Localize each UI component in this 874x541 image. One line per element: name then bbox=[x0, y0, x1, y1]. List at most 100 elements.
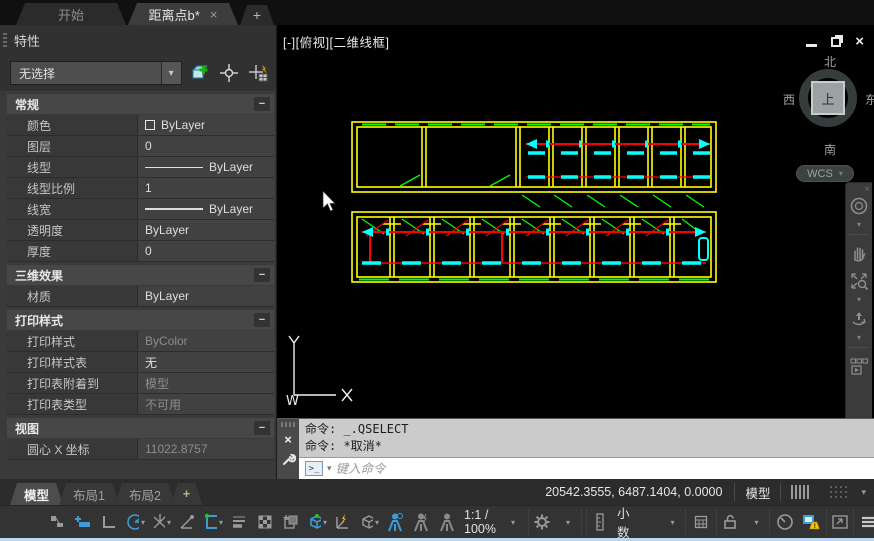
viewcube-top-face[interactable]: 上 bbox=[811, 81, 845, 115]
close-tab-icon[interactable]: × bbox=[210, 7, 218, 22]
property-value[interactable]: 0 bbox=[138, 241, 274, 261]
tab-model[interactable]: 模型 bbox=[10, 483, 63, 505]
command-dock-titlebar[interactable]: × bbox=[277, 419, 299, 479]
object-snap-icon[interactable]: ▾ bbox=[200, 509, 226, 535]
snap-grid-icon[interactable] bbox=[819, 479, 859, 505]
chevron-down-icon[interactable]: ▾ bbox=[859, 487, 874, 498]
grid-snap-icon[interactable] bbox=[70, 509, 96, 535]
collapse-section-icon[interactable]: − bbox=[254, 313, 270, 327]
units-ruler-icon[interactable] bbox=[587, 509, 613, 535]
snap-mode-icon[interactable] bbox=[44, 509, 70, 535]
workspace-gear-icon[interactable] bbox=[529, 509, 555, 535]
file-tab-start[interactable]: 开始 bbox=[16, 3, 126, 25]
drag-grip-icon[interactable] bbox=[281, 422, 295, 427]
close-icon[interactable]: × bbox=[864, 184, 870, 195]
selection-dropdown[interactable]: 无选择 ▾ bbox=[10, 61, 182, 85]
chevron-down-icon[interactable]: ▾ bbox=[161, 62, 181, 84]
property-value[interactable]: 0 bbox=[138, 136, 274, 156]
zoom-icon[interactable] bbox=[847, 268, 871, 294]
annotation-visibility-icon[interactable] bbox=[382, 509, 408, 535]
chevron-down-icon[interactable]: ▾ bbox=[375, 518, 379, 527]
viewcube-east[interactable]: 东 bbox=[865, 91, 874, 108]
palette-grip[interactable] bbox=[3, 33, 7, 47]
clean-screen-icon[interactable] bbox=[827, 509, 853, 535]
orbit-icon[interactable] bbox=[847, 306, 871, 332]
hardware-acceleration-icon[interactable]: ! bbox=[798, 509, 824, 535]
polar-tracking-icon[interactable]: ▾ bbox=[122, 509, 148, 535]
chevron-down-icon[interactable]: ▾ bbox=[167, 518, 171, 527]
section-header-plotstyle[interactable]: 打印样式 − bbox=[7, 310, 274, 330]
section-header-view[interactable]: 视图 − bbox=[7, 418, 274, 438]
property-value[interactable]: 1 bbox=[138, 178, 274, 198]
ui-lock-icon[interactable] bbox=[717, 509, 743, 535]
annotation-scale-icon[interactable] bbox=[434, 509, 460, 535]
viewcube-west[interactable]: 西 bbox=[783, 91, 795, 108]
property-value[interactable]: ByLayer bbox=[138, 286, 274, 306]
steering-wheel-icon[interactable] bbox=[847, 193, 871, 219]
chevron-down-icon[interactable]: ▾ bbox=[857, 334, 861, 342]
property-value[interactable]: 无 bbox=[138, 352, 274, 372]
quick-select-new-icon[interactable] bbox=[190, 62, 211, 84]
collapse-section-icon[interactable]: − bbox=[254, 268, 270, 282]
chevron-down-icon[interactable]: ▾ bbox=[659, 509, 685, 535]
command-prompt-icon[interactable]: >_ bbox=[305, 461, 323, 476]
minimize-icon[interactable] bbox=[806, 44, 817, 47]
property-value[interactable]: ByLayer bbox=[138, 199, 274, 219]
chevron-down-icon[interactable]: ▾ bbox=[327, 463, 332, 474]
chevron-down-icon[interactable]: ▾ bbox=[857, 221, 861, 229]
command-input[interactable] bbox=[336, 462, 874, 476]
viewcube-south[interactable]: 南 bbox=[824, 141, 836, 158]
drawing-canvas[interactable]: [-][俯视][二维线框] × 上 北 南 西 东 WCS ▾ × ▾ ▾ ▾ bbox=[277, 25, 874, 479]
chevron-down-icon[interactable]: ▾ bbox=[555, 509, 581, 535]
add-layout-button[interactable]: + bbox=[171, 483, 202, 505]
units-value[interactable]: 小数 bbox=[613, 503, 634, 541]
chevron-down-icon[interactable]: ▾ bbox=[141, 518, 145, 527]
file-tab-drawing[interactable]: 距离点b* × bbox=[128, 3, 238, 25]
model-space-toggle[interactable]: 模型 bbox=[735, 483, 780, 502]
quick-select-icon[interactable] bbox=[248, 62, 270, 84]
tab-layout2[interactable]: 布局2 bbox=[115, 483, 175, 505]
show-motion-icon[interactable] bbox=[847, 353, 871, 379]
selection-cycling-icon[interactable] bbox=[278, 509, 304, 535]
quick-calc-icon[interactable] bbox=[688, 509, 714, 535]
object-snap-tracking-icon[interactable] bbox=[174, 509, 200, 535]
pick-point-icon[interactable] bbox=[219, 62, 240, 84]
lineweight-icon[interactable] bbox=[226, 509, 252, 535]
ortho-mode-icon[interactable] bbox=[96, 509, 122, 535]
chevron-down-icon[interactable]: ▾ bbox=[219, 518, 223, 527]
section-header-general[interactable]: 常规 − bbox=[7, 94, 274, 114]
viewport-controls-label[interactable]: [-][俯视][二维线框] bbox=[283, 32, 390, 51]
section-header-3d[interactable]: 三维效果 − bbox=[7, 265, 274, 285]
coordinates-display[interactable]: 20542.3555, 6487.1404, 0.0000 bbox=[533, 485, 734, 499]
viewcube[interactable]: 上 北 南 西 东 bbox=[789, 55, 871, 165]
pan-hand-icon[interactable] bbox=[847, 240, 871, 266]
new-tab-button[interactable]: + bbox=[240, 5, 274, 25]
chevron-down-icon[interactable]: ▾ bbox=[743, 509, 769, 535]
close-icon[interactable]: × bbox=[284, 433, 292, 446]
property-value[interactable]: ByLayer bbox=[138, 115, 274, 135]
chevron-down-icon[interactable]: ▾ bbox=[857, 296, 861, 304]
palette-title-bar[interactable]: 特性 bbox=[0, 25, 276, 55]
chevron-down-icon[interactable]: ▾ bbox=[500, 509, 526, 535]
transparency-icon[interactable] bbox=[252, 509, 278, 535]
annotation-scale-value[interactable]: 1:1 / 100% bbox=[460, 508, 500, 536]
3d-object-snap-icon[interactable]: ▾ bbox=[304, 509, 330, 535]
property-value[interactable]: ByLayer bbox=[138, 157, 274, 177]
chevron-down-icon[interactable]: ▾ bbox=[323, 518, 327, 527]
restore-icon[interactable] bbox=[831, 37, 841, 47]
dynamic-ucs-icon[interactable] bbox=[330, 509, 356, 535]
isometric-drafting-icon[interactable]: ▾ bbox=[148, 509, 174, 535]
auto-annotation-scale-icon[interactable] bbox=[408, 509, 434, 535]
customization-menu-icon[interactable] bbox=[856, 509, 874, 535]
selection-filter-icon[interactable]: ▾ bbox=[356, 509, 382, 535]
close-icon[interactable]: × bbox=[855, 34, 864, 49]
collapse-section-icon[interactable]: − bbox=[254, 97, 270, 111]
wcs-dropdown[interactable]: WCS ▾ bbox=[796, 165, 854, 182]
graphics-performance-icon[interactable] bbox=[772, 509, 798, 535]
grid-display-icon[interactable] bbox=[781, 479, 819, 505]
viewcube-north[interactable]: 北 bbox=[824, 53, 836, 70]
tab-layout1[interactable]: 布局1 bbox=[59, 483, 119, 505]
wrench-icon[interactable] bbox=[281, 452, 296, 470]
property-value[interactable]: ByLayer bbox=[138, 220, 274, 240]
collapse-section-icon[interactable]: − bbox=[254, 421, 270, 435]
